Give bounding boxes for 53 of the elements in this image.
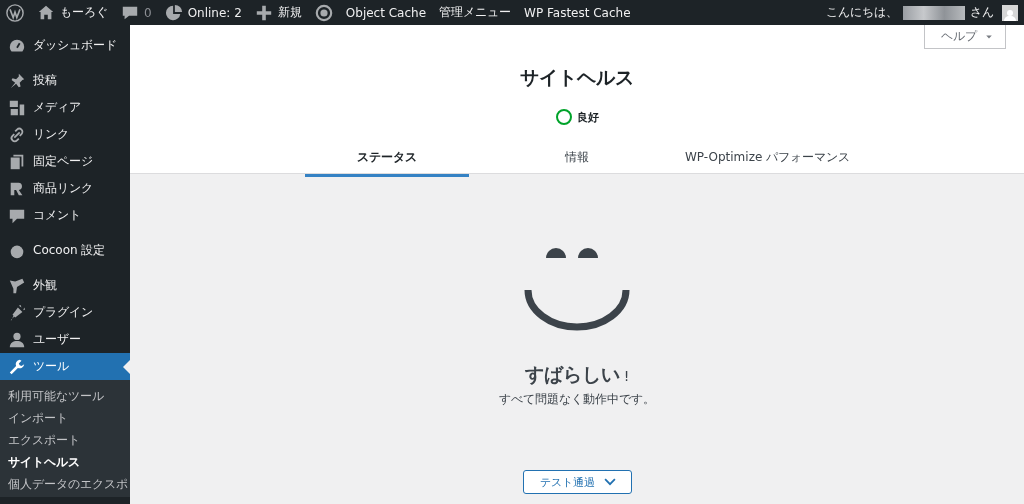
help-button[interactable]: ヘルプ (924, 25, 1006, 49)
status-label: 良好 (576, 109, 599, 125)
admin-bar-menu-link[interactable]: 管理メニュー (439, 4, 512, 21)
pages-icon (8, 152, 26, 171)
plus-icon (254, 3, 273, 22)
sidebar-item[interactable]: 投稿 (0, 67, 130, 94)
plug-icon (8, 303, 26, 322)
new-content-link[interactable]: 新規 (277, 4, 302, 21)
home-icon (37, 3, 55, 22)
redacted-name-block (903, 5, 965, 20)
pushpin-icon (8, 71, 26, 90)
tab[interactable]: ステータス (305, 143, 469, 177)
admin-bar-menu-link[interactable]: Object Cache (345, 5, 427, 20)
wordpress-logo-icon[interactable] (6, 3, 24, 22)
pie-chart-icon (164, 3, 183, 22)
sidebar-item[interactable]: 外観 (0, 272, 130, 299)
comment-count[interactable]: 0 (144, 5, 152, 20)
submenu-item[interactable]: エクスポート (0, 429, 130, 451)
wrench-icon (8, 357, 26, 376)
submenu-item[interactable]: インポート (0, 407, 130, 429)
result-heading: すばらしい (524, 362, 620, 387)
tab[interactable]: WP-Optimize パフォーマンス (685, 143, 849, 177)
user-icon (8, 330, 26, 349)
tab[interactable]: 情報 (495, 143, 659, 177)
brush-icon (8, 276, 26, 295)
dropdown-triangle-icon (985, 32, 993, 41)
exclamation-mark: ! (623, 368, 630, 384)
site-name-link[interactable]: もーろぐ (60, 4, 108, 21)
sidebar-item[interactable]: 商品リンク (0, 175, 130, 202)
greeting-suffix-text: さん (970, 4, 994, 21)
sidebar-item[interactable]: Cocoon 設定 (0, 237, 130, 264)
sidebar-item[interactable]: コメント (0, 202, 130, 229)
sidebar-item[interactable]: リンク (0, 121, 130, 148)
page-title: サイトヘルス (520, 65, 634, 89)
avatar-icon[interactable] (1002, 4, 1018, 21)
submenu-item[interactable]: 利用可能なツール (0, 385, 130, 407)
online-count-link[interactable]: Online: 2 (187, 5, 242, 20)
greeting-text: こんにちは、 (826, 4, 898, 21)
sidebar-item[interactable]: 固定ページ (0, 148, 130, 175)
sidebar-item[interactable]: ダッシュボード (0, 32, 130, 59)
submenu-item[interactable]: 個人データのエクスポ (0, 473, 130, 495)
media-icon (8, 98, 26, 117)
circle-logo-icon[interactable] (314, 3, 333, 22)
sidebar-item[interactable]: ユーザー (0, 326, 130, 353)
submenu-item[interactable]: サイトヘルス (0, 451, 130, 473)
link-icon (8, 125, 26, 144)
admin-bar-menu-link[interactable]: WP Fastest Cache (524, 5, 631, 20)
status-ring-icon (555, 109, 572, 125)
result-message: すべて問題なく動作中です。 (499, 391, 655, 408)
sidebar-item[interactable]: メディア (0, 94, 130, 121)
passed-tests-button[interactable]: テスト通過 (522, 470, 632, 494)
sidebar-item[interactable]: ツール (0, 353, 130, 380)
sidebar-item[interactable]: プラグイン (0, 299, 130, 326)
